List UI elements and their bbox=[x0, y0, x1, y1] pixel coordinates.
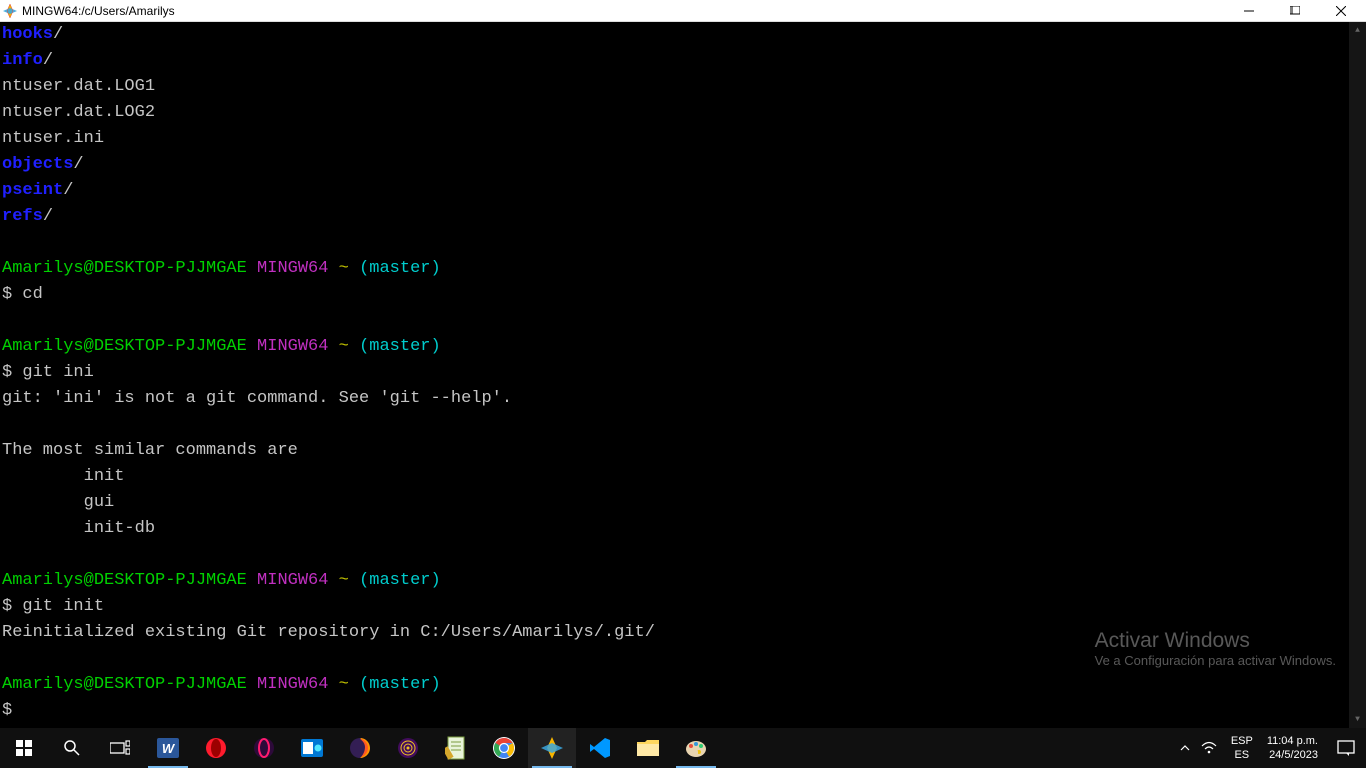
taskbar-app-paint[interactable] bbox=[672, 728, 720, 768]
windows-activation-watermark: Activar Windows Ve a Configuración para … bbox=[1095, 629, 1336, 668]
terminal-command: $ git init bbox=[2, 594, 1347, 620]
close-button[interactable] bbox=[1318, 0, 1364, 22]
scrollbar-down-icon[interactable]: ▼ bbox=[1349, 711, 1366, 728]
terminal-prompt: Amarilys@DESKTOP-PJJMGAE MINGW64 ~ (mast… bbox=[2, 334, 1347, 360]
taskbar: W bbox=[0, 728, 1366, 768]
wifi-icon[interactable] bbox=[1201, 741, 1217, 755]
minimize-button[interactable] bbox=[1226, 0, 1272, 22]
scrollbar[interactable]: ▲ ▼ bbox=[1349, 22, 1366, 728]
terminal-output: init bbox=[2, 464, 1347, 490]
taskbar-app-gitbash[interactable] bbox=[528, 728, 576, 768]
terminal-prompt: Amarilys@DESKTOP-PJJMGAE MINGW64 ~ (mast… bbox=[2, 568, 1347, 594]
tray-icons[interactable] bbox=[1171, 741, 1225, 755]
tray-lang-primary: ESP bbox=[1231, 734, 1253, 748]
window-title: MINGW64:/c/Users/Amarilys bbox=[22, 4, 1226, 18]
tray-clock[interactable]: 11:04 p.m. 24/5/2023 bbox=[1259, 734, 1326, 762]
tray-date: 24/5/2023 bbox=[1267, 748, 1318, 762]
terminal-line: objects/ bbox=[2, 152, 1347, 178]
taskbar-app-operagx[interactable] bbox=[240, 728, 288, 768]
tray-time: 11:04 p.m. bbox=[1267, 734, 1318, 748]
taskbar-app-firefox[interactable] bbox=[336, 728, 384, 768]
notifications-button[interactable] bbox=[1326, 740, 1366, 756]
app-icon bbox=[2, 3, 18, 19]
terminal-line: ntuser.ini bbox=[2, 126, 1347, 152]
scrollbar-up-icon[interactable]: ▲ bbox=[1349, 22, 1366, 39]
svg-text:W: W bbox=[162, 741, 176, 756]
task-view-button[interactable] bbox=[96, 728, 144, 768]
terminal-prompt: Amarilys@DESKTOP-PJJMGAE MINGW64 ~ (mast… bbox=[2, 672, 1347, 698]
terminal-output: The most similar commands are bbox=[2, 438, 1347, 464]
watermark-subtitle: Ve a Configuración para activar Windows. bbox=[1095, 653, 1336, 668]
terminal-command: $ cd bbox=[2, 282, 1347, 308]
terminal-line: refs/ bbox=[2, 204, 1347, 230]
terminal-line: info/ bbox=[2, 48, 1347, 74]
taskbar-app-notepadpp[interactable] bbox=[432, 728, 480, 768]
window-titlebar: MINGW64:/c/Users/Amarilys bbox=[0, 0, 1366, 22]
terminal-line bbox=[2, 542, 1347, 568]
terminal-prompt: Amarilys@DESKTOP-PJJMGAE MINGW64 ~ (mast… bbox=[2, 256, 1347, 282]
terminal-output: git: 'ini' is not a git command. See 'gi… bbox=[2, 386, 1347, 412]
tray-lang-secondary: ES bbox=[1231, 748, 1253, 762]
taskbar-app-word[interactable]: W bbox=[144, 728, 192, 768]
terminal-line bbox=[2, 308, 1347, 334]
terminal-line: ntuser.dat.LOG2 bbox=[2, 100, 1347, 126]
maximize-button[interactable] bbox=[1272, 0, 1318, 22]
terminal[interactable]: hooks/info/ntuser.dat.LOG1ntuser.dat.LOG… bbox=[0, 22, 1349, 728]
terminal-output: gui bbox=[2, 490, 1347, 516]
terminal-line: pseint/ bbox=[2, 178, 1347, 204]
taskbar-left: W bbox=[0, 728, 720, 768]
terminal-area: hooks/info/ntuser.dat.LOG1ntuser.dat.LOG… bbox=[0, 22, 1366, 728]
terminal-output bbox=[2, 412, 1347, 438]
terminal-command: $ git ini bbox=[2, 360, 1347, 386]
tray-language[interactable]: ESP ES bbox=[1225, 734, 1259, 762]
taskbar-app-explorer[interactable] bbox=[624, 728, 672, 768]
terminal-output: init-db bbox=[2, 516, 1347, 542]
taskbar-app-opera[interactable] bbox=[192, 728, 240, 768]
terminal-line bbox=[2, 230, 1347, 256]
taskbar-right: ESP ES 11:04 p.m. 24/5/2023 bbox=[1171, 728, 1366, 768]
terminal-line: ntuser.dat.LOG1 bbox=[2, 74, 1347, 100]
search-button[interactable] bbox=[48, 728, 96, 768]
window-controls bbox=[1226, 0, 1364, 21]
taskbar-app-vscode[interactable] bbox=[576, 728, 624, 768]
tray-chevron-up-icon[interactable] bbox=[1179, 742, 1191, 754]
taskbar-app-mail[interactable] bbox=[288, 728, 336, 768]
watermark-title: Activar Windows bbox=[1095, 629, 1336, 653]
start-button[interactable] bbox=[0, 728, 48, 768]
taskbar-app-chrome[interactable] bbox=[480, 728, 528, 768]
terminal-line: hooks/ bbox=[2, 22, 1347, 48]
taskbar-app-tor[interactable] bbox=[384, 728, 432, 768]
terminal-command: $ bbox=[2, 698, 1347, 724]
